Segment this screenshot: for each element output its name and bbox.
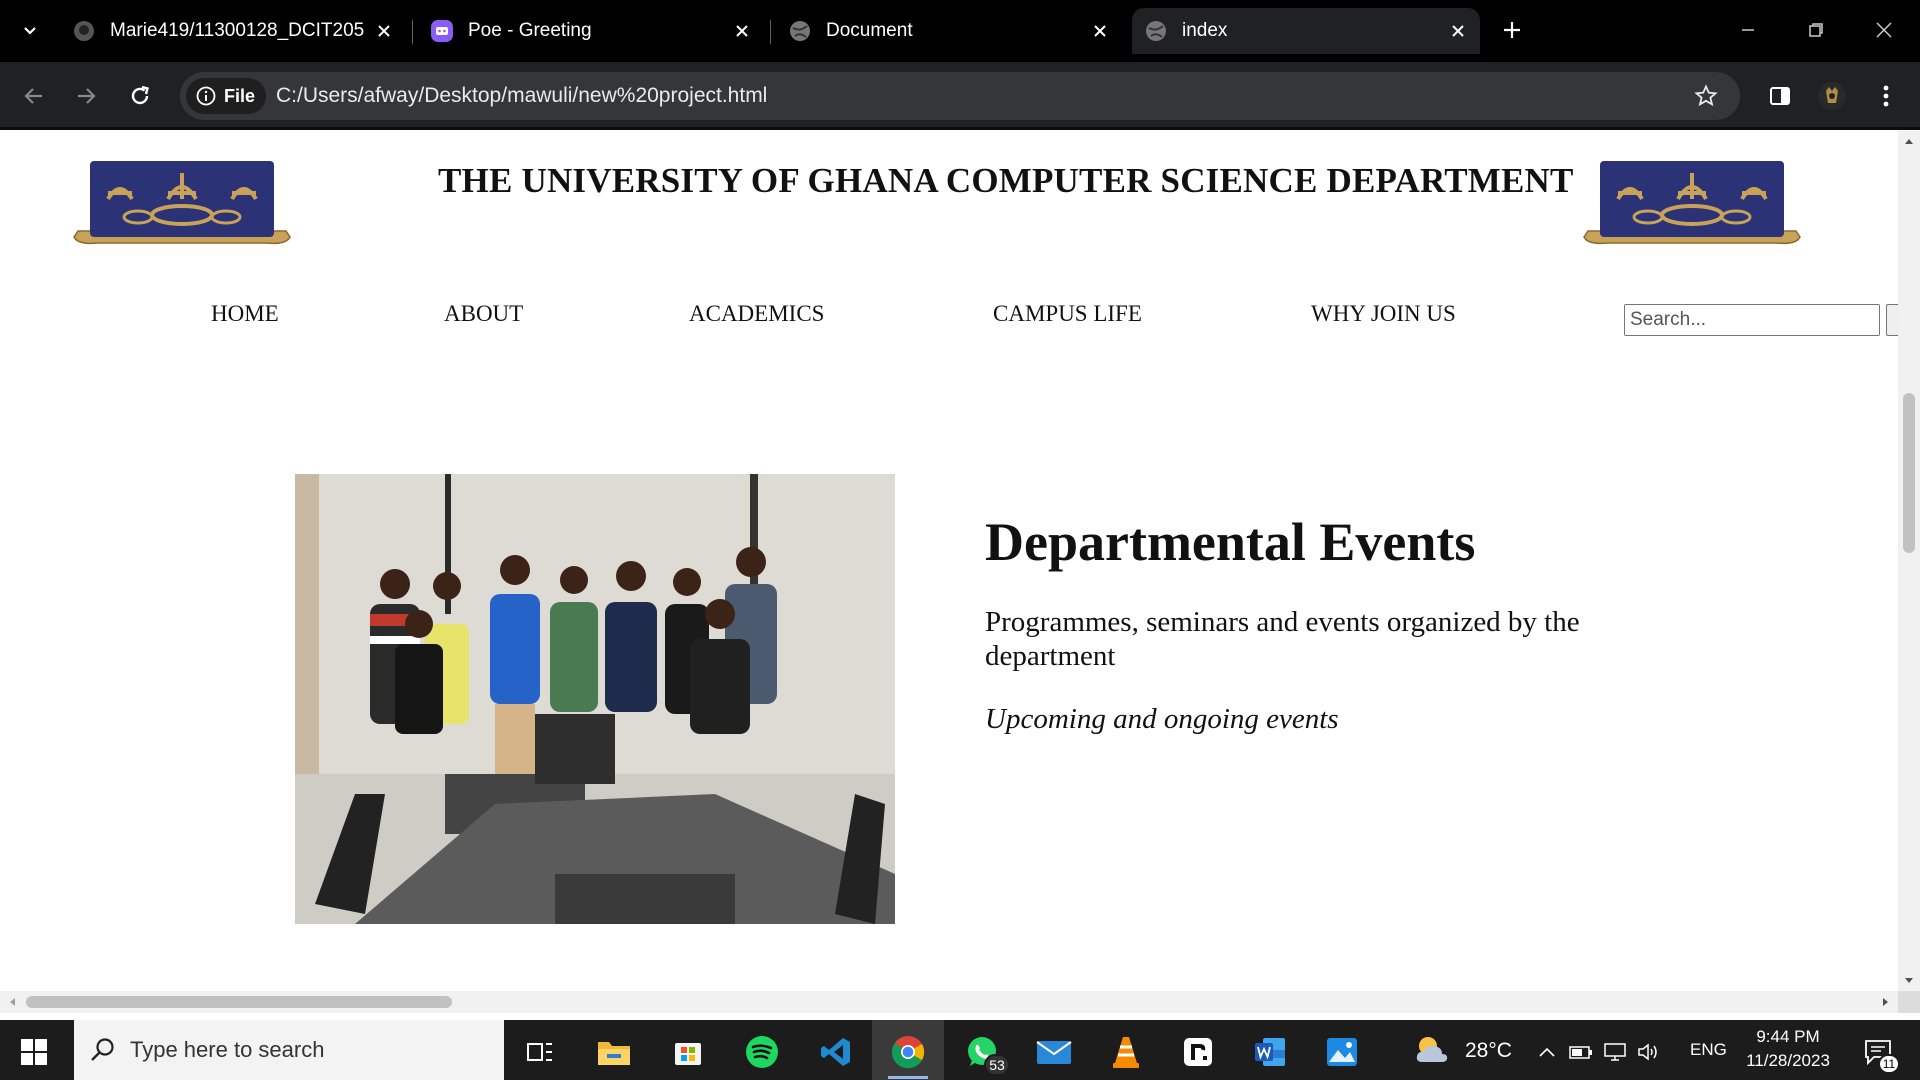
browser-toolbar: File C:/Users/afway/Desktop/mawuli/new%2… [0,62,1920,130]
tab-poe[interactable]: Poe - Greeting [424,8,764,54]
new-tab-button[interactable] [1494,12,1530,48]
volume-icon[interactable] [1634,1030,1664,1074]
horizontal-scrollbar[interactable] [0,991,1898,1013]
page-viewport: THE UNIVERSITY OF GHANA COMPUTER SCIENCE… [0,131,1898,991]
photos-app-icon[interactable] [1320,1030,1364,1074]
weather-temperature[interactable]: 28°C [1465,1039,1512,1063]
nav-link-about[interactable]: ABOUT [444,301,523,327]
minimize-button[interactable] [1728,10,1768,50]
spotify-icon[interactable] [740,1030,784,1074]
nav-link-campus-life[interactable]: CAMPUS LIFE [993,301,1142,327]
tab-index[interactable]: index [1132,8,1480,54]
scroll-up-arrow-icon[interactable] [1898,131,1920,151]
nav-link-why-join-us[interactable]: WHY JOIN US [1311,301,1456,327]
chrome-icon[interactable] [886,1030,930,1074]
taskbar-search-placeholder: Type here to search [130,1037,325,1062]
nav-link-home[interactable]: HOME [211,301,279,327]
tab-separator [412,20,413,44]
notification-count-badge: 11 [1878,1054,1900,1074]
tab-title: index [1182,20,1228,41]
tab-close-icon[interactable] [1088,19,1112,43]
weather-cloud-icon[interactable] [1410,1028,1454,1072]
taskbar-search-box[interactable]: Type here to search [74,1020,504,1080]
events-subheading: Upcoming and ongoing events [985,703,1339,735]
nav-link-academics[interactable]: ACADEMICS [689,301,824,327]
task-view-icon[interactable] [518,1030,562,1074]
notification-center-icon[interactable]: 11 [1856,1030,1900,1074]
clock-date: 11/28/2023 [1746,1051,1830,1070]
globe-icon [1144,19,1168,43]
tab-separator [770,20,771,44]
site-search-input[interactable] [1624,304,1880,336]
network-icon[interactable] [1600,1030,1630,1074]
clock-time: 9:44 PM [1756,1027,1820,1046]
whatsapp-unread-badge: 53 [984,1054,1010,1076]
events-description: Programmes, seminars and events organize… [985,606,1580,672]
taskbar-gap [0,1013,1920,1020]
windows-taskbar: Type here to search 53 28°C ENG 9:44 PM … [0,1013,1920,1080]
word-icon[interactable] [1248,1030,1292,1074]
tab-title: Poe - Greeting [468,20,592,41]
close-window-button[interactable] [1864,10,1904,50]
security-chip-label: File [224,85,256,106]
show-hidden-icons-chevron-icon[interactable] [1532,1030,1562,1074]
microsoft-store-icon[interactable] [666,1030,710,1074]
vertical-scrollbar[interactable] [1898,131,1920,991]
vscode-icon[interactable] [814,1030,858,1074]
vertical-scroll-thumb[interactable] [1903,393,1915,553]
input-language[interactable]: ENG [1690,1040,1727,1060]
system-clock[interactable]: 9:44 PM 11/28/2023 [1740,1025,1836,1073]
battery-icon[interactable] [1566,1030,1596,1074]
tab-document[interactable]: Document [782,8,1122,54]
github-icon [72,19,96,43]
back-button[interactable] [14,76,54,116]
tab-close-icon[interactable] [730,19,754,43]
restore-button[interactable] [1796,10,1836,50]
scroll-right-arrow-icon[interactable] [1876,991,1896,1013]
address-bar[interactable]: File C:/Users/afway/Desktop/mawuli/new%2… [180,72,1740,120]
scroll-left-arrow-icon[interactable] [2,991,22,1013]
tab-search-dropdown[interactable] [12,12,48,48]
file-explorer-icon[interactable] [592,1030,636,1074]
site-title: THE UNIVERSITY OF GHANA COMPUTER SCIENCE… [438,161,1574,200]
students-group-photo [295,474,895,924]
search-icon [91,1038,114,1061]
forward-button[interactable] [66,76,106,116]
tab-github[interactable]: Marie419/11300128_DCIT205 [66,8,406,54]
roblox-studio-icon[interactable] [1176,1030,1220,1074]
reload-button[interactable] [120,76,160,116]
info-icon [196,86,216,106]
url-text[interactable]: C:/Users/afway/Desktop/mawuli/new%20proj… [276,84,767,108]
scroll-down-arrow-icon[interactable] [1898,971,1920,991]
site-search-button[interactable] [1886,304,1898,336]
tab-close-icon[interactable] [372,19,396,43]
windows-start-icon[interactable] [14,1032,54,1072]
more-menu-icon[interactable] [1866,76,1906,116]
browser-tab-bar: Marie419/11300128_DCIT205 Poe - Greeting… [0,0,1920,62]
site-info-chip[interactable]: File [186,78,266,114]
mail-icon[interactable] [1032,1030,1076,1074]
tab-title: Document [826,20,913,41]
horizontal-scroll-thumb[interactable] [26,996,452,1008]
vlc-icon[interactable] [1104,1030,1148,1074]
poe-icon [430,19,454,43]
scrollbar-corner [1898,991,1920,1013]
globe-icon [788,19,812,43]
profile-avatar[interactable] [1812,76,1852,116]
tab-close-icon[interactable] [1446,19,1470,43]
bookmark-star-icon[interactable] [1690,80,1722,112]
side-panel-icon[interactable] [1760,76,1800,116]
events-heading: Departmental Events [985,512,1476,572]
university-crest-logo-left [68,159,296,255]
chrome-running-indicator [888,1076,928,1079]
whatsapp-icon[interactable]: 53 [960,1030,1010,1076]
university-crest-logo-right [1578,159,1806,255]
tab-title: Marie419/11300128_DCIT205 [110,20,365,41]
